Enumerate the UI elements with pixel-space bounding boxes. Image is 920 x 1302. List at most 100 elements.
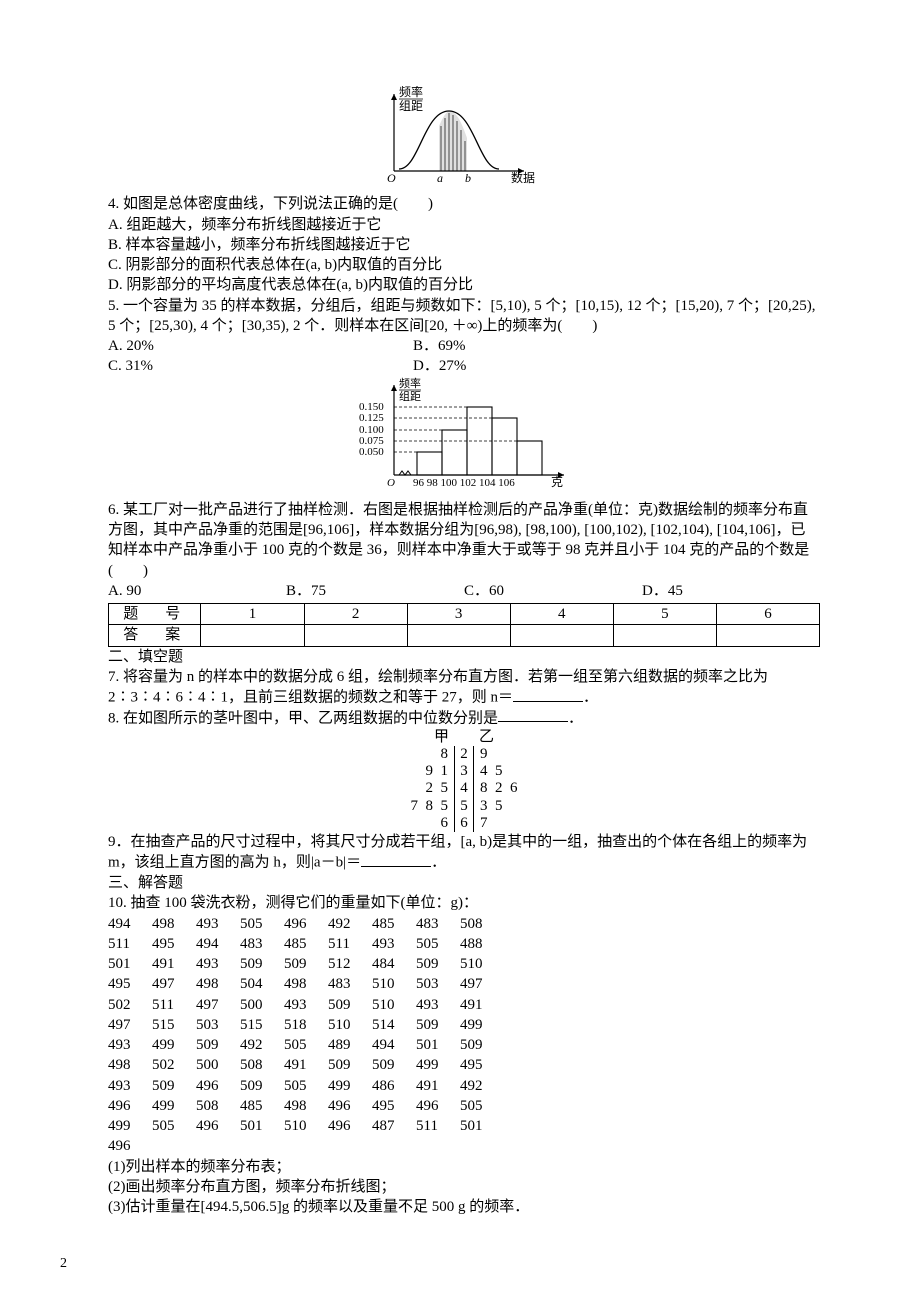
- data-cell: 509: [416, 1015, 460, 1035]
- q7-line2-pre: 2∶3∶4∶6∶4∶1，且前三组数据的频数之和等于 27，则 n＝: [108, 690, 513, 706]
- data-row: 496499508485498496495496505: [108, 1096, 820, 1116]
- data-cell: 487: [372, 1116, 416, 1136]
- data-cell: 514: [372, 1015, 416, 1035]
- data-cell: 515: [152, 1015, 196, 1035]
- data-cell: 483: [416, 914, 460, 934]
- svg-text:克: 克: [551, 475, 563, 489]
- data-cell: 508: [240, 1055, 284, 1075]
- blank-input[interactable]: [513, 687, 583, 702]
- data-cell: 509: [196, 1035, 240, 1055]
- data-cell: 509: [240, 954, 284, 974]
- data-cell: 491: [152, 954, 196, 974]
- data-cell: 493: [196, 914, 240, 934]
- data-cell: 515: [240, 1015, 284, 1035]
- data-cell: 505: [284, 1076, 328, 1096]
- data-cell: 492: [240, 1035, 284, 1055]
- data-row: 511495494483485511493505488: [108, 934, 820, 954]
- blank-input[interactable]: [361, 852, 431, 867]
- leaf-right: 8 2 6: [474, 780, 560, 797]
- answer-cell[interactable]: [304, 625, 407, 646]
- q6-optD: D．45: [642, 581, 820, 601]
- data-cell: 497: [460, 974, 504, 994]
- data-cell: 493: [108, 1035, 152, 1055]
- data-cell: 509: [152, 1076, 196, 1096]
- data-cell: 499: [152, 1096, 196, 1116]
- data-cell: 509: [416, 954, 460, 974]
- data-cell: 499: [152, 1035, 196, 1055]
- data-cell: 509: [240, 1076, 284, 1096]
- data-cell: 496: [328, 1116, 372, 1136]
- q6-opts: A. 90 B．75 C．60 D．45: [108, 581, 820, 601]
- col-num: 5: [613, 604, 716, 625]
- data-cell: 508: [196, 1096, 240, 1116]
- q10-p3: (3)估计重量在[494.5,506.5]g 的频率以及重量不足 500 g 的…: [108, 1197, 820, 1217]
- data-cell: 509: [372, 1055, 416, 1075]
- data-cell: 518: [284, 1015, 328, 1035]
- data-cell: 493: [196, 954, 240, 974]
- answer-cell[interactable]: [201, 625, 304, 646]
- data-cell: 503: [416, 974, 460, 994]
- data-cell: 510: [460, 954, 504, 974]
- q4-optC: C. 阴影部分的面积代表总体在(a, b)内取值的百分比: [108, 255, 820, 275]
- data-cell: 499: [328, 1076, 372, 1096]
- data-cell: 484: [372, 954, 416, 974]
- q9-stem: 9．在抽查产品的尺寸过程中，将其尺寸分成若干组，[a, b)是其中的一组，抽查出…: [108, 832, 820, 873]
- data-cell: 511: [152, 995, 196, 1015]
- data-cell: 496: [108, 1136, 152, 1156]
- data-cell: 503: [196, 1015, 240, 1035]
- stem-leaf-row: 667: [108, 815, 820, 832]
- data-cell: 497: [196, 995, 240, 1015]
- stem-leaf-header-right: 乙: [473, 729, 559, 746]
- q5-optD: D．27%: [413, 356, 466, 376]
- data-row: 493499509492505489494501509: [108, 1035, 820, 1055]
- data-cell: 491: [460, 995, 504, 1015]
- q5-optC: C. 31%: [108, 356, 413, 376]
- data-cell: 485: [240, 1096, 284, 1116]
- data-cell: 501: [240, 1116, 284, 1136]
- leaf-left: 8: [368, 746, 454, 763]
- leaf-left: 9 1: [368, 763, 454, 780]
- data-cell: 485: [284, 934, 328, 954]
- leaf-right: 3 5: [474, 798, 560, 815]
- data-cell: 498: [152, 914, 196, 934]
- data-cell: 505: [284, 1035, 328, 1055]
- data-cell: 483: [240, 934, 284, 954]
- q4-optA: A. 组距越大，频率分布折线图越接近于它: [108, 215, 820, 235]
- stem: 6: [454, 815, 474, 832]
- answer-cell[interactable]: [716, 625, 819, 646]
- data-cell: 491: [416, 1076, 460, 1096]
- col-num: 2: [304, 604, 407, 625]
- q7-line2-post: ．: [583, 690, 598, 706]
- histogram-svg: 0.150 0.125 0.100 0.075 0.050 频率 组距 O 96…: [339, 377, 589, 492]
- data-cell: 494: [372, 1035, 416, 1055]
- data-cell: 486: [372, 1076, 416, 1096]
- data-cell: 488: [460, 934, 504, 954]
- q5-opts-cd: C. 31% D．27%: [108, 356, 820, 376]
- answer-cell[interactable]: [613, 625, 716, 646]
- data-cell: 511: [328, 934, 372, 954]
- data-row: 493509496509505499486491492: [108, 1076, 820, 1096]
- data-cell: 493: [284, 995, 328, 1015]
- q6-stem: 6. 某工厂对一批产品进行了抽样检测．右图是根据抽样检测后的产品净重(单位：克)…: [108, 500, 820, 581]
- data-cell: 511: [108, 934, 152, 954]
- leaf-left: 6: [368, 815, 454, 832]
- stem-leaf-header-left: 甲: [369, 729, 455, 746]
- svg-text:频率: 频率: [399, 86, 423, 99]
- answer-cell[interactable]: [510, 625, 613, 646]
- table-row: 题 号 1 2 3 4 5 6: [109, 604, 820, 625]
- data-row: 498502500508491509509499495: [108, 1055, 820, 1075]
- q8-stem: 8. 在如图所示的茎叶图中，甲、乙两组数据的中位数分别是．: [108, 708, 820, 729]
- data-cell: 500: [240, 995, 284, 1015]
- blank-input[interactable]: [498, 708, 568, 723]
- svg-text:组距: 组距: [399, 389, 421, 403]
- leaf-right: 4 5: [474, 763, 560, 780]
- answer-cell[interactable]: [407, 625, 510, 646]
- leaf-right: 7: [474, 815, 560, 832]
- data-row: 502511497500493509510493491: [108, 995, 820, 1015]
- svg-text:O: O: [387, 171, 396, 185]
- row-header: 题 号: [109, 604, 201, 625]
- svg-text:组距: 组距: [399, 99, 423, 113]
- answer-table: 题 号 1 2 3 4 5 6 答 案: [108, 603, 820, 647]
- q10-data-grid: 4944984935054964924854835085114954944834…: [108, 914, 820, 1157]
- data-cell: 501: [108, 954, 152, 974]
